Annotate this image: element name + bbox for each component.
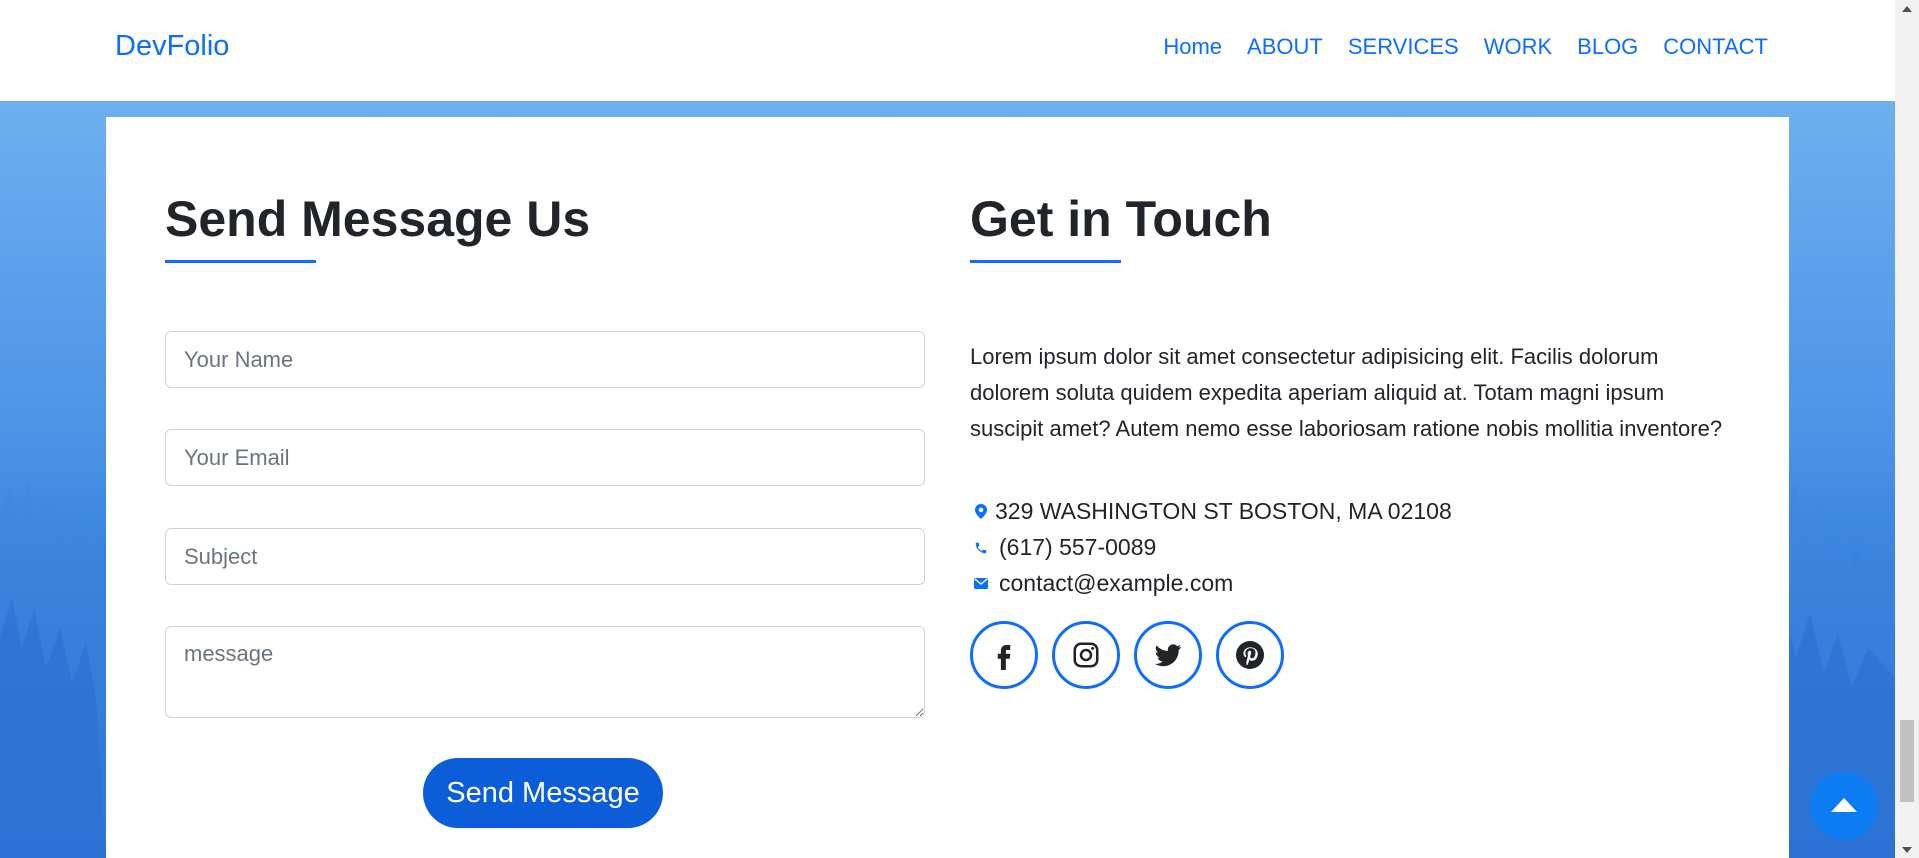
brand-logo[interactable]: DevFolio	[115, 30, 229, 63]
envelope-icon	[970, 573, 992, 595]
message-textarea[interactable]	[165, 626, 925, 718]
main-nav: Home ABOUT SERVICES WORK BLOG CONTACT	[1163, 34, 1768, 60]
subject-input[interactable]	[165, 528, 925, 585]
address-line: 329 WASHINGTON ST BOSTON, MA 02108	[970, 498, 1452, 525]
phone-icon	[970, 537, 992, 559]
name-input[interactable]	[165, 331, 925, 388]
title-underline	[165, 260, 316, 263]
send-message-button[interactable]: Send Message	[423, 758, 663, 828]
scroll-down-arrow[interactable]	[1895, 841, 1919, 858]
email-input[interactable]	[165, 429, 925, 486]
scroll-up-arrow[interactable]	[1895, 0, 1919, 17]
map-pin-icon	[970, 501, 992, 523]
pinterest-link[interactable]	[1216, 621, 1284, 689]
twitter-icon	[1154, 644, 1182, 667]
pinterest-icon	[1236, 641, 1264, 669]
back-to-top-button[interactable]	[1810, 772, 1878, 840]
scroll-thumb[interactable]	[1900, 720, 1914, 802]
instagram-icon	[1073, 642, 1099, 668]
title-underline	[970, 260, 1121, 263]
contact-description: Lorem ipsum dolor sit amet consectetur a…	[970, 344, 1723, 441]
facebook-icon	[997, 645, 1011, 670]
arrow-up-icon	[1831, 798, 1857, 812]
contact-card: Send Message Us Send Message Get in Touc…	[106, 117, 1789, 858]
nav-contact[interactable]: CONTACT	[1663, 34, 1768, 60]
facebook-link[interactable]	[970, 621, 1038, 689]
send-message-title: Send Message Us	[165, 191, 591, 247]
social-links	[970, 621, 1284, 689]
phone-text: (617) 557-0089	[999, 534, 1157, 560]
nav-home[interactable]: Home	[1163, 34, 1222, 60]
phone-line: (617) 557-0089	[970, 534, 1156, 561]
nav-blog[interactable]: BLOG	[1577, 34, 1638, 60]
nav-work[interactable]: WORK	[1484, 34, 1552, 60]
email-line: contact@example.com	[970, 570, 1233, 597]
twitter-link[interactable]	[1134, 621, 1202, 689]
email-text: contact@example.com	[999, 570, 1234, 596]
get-in-touch-title: Get in Touch	[970, 191, 1272, 247]
nav-services[interactable]: SERVICES	[1348, 34, 1459, 60]
nav-about[interactable]: ABOUT	[1247, 34, 1323, 60]
address-text: 329 WASHINGTON ST BOSTON, MA 02108	[995, 498, 1452, 524]
instagram-link[interactable]	[1052, 621, 1120, 689]
page-scrollbar[interactable]	[1895, 0, 1919, 858]
site-header: DevFolio Home ABOUT SERVICES WORK BLOG C…	[0, 0, 1895, 101]
